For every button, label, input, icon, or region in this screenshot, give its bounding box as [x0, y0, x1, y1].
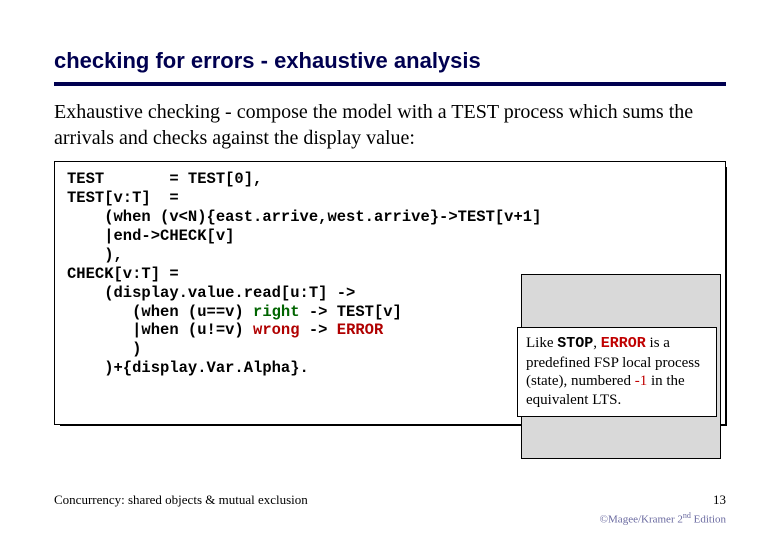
slide-title: checking for errors - exhaustive analysi…: [54, 48, 726, 82]
slide: checking for errors - exhaustive analysi…: [0, 0, 780, 445]
footer: Concurrency: shared objects & mutual exc…: [54, 492, 726, 508]
copyright: ©Magee/Kramer 2nd Edition: [600, 511, 726, 526]
page-number: 13: [713, 492, 726, 508]
copyright-text: Edition: [691, 514, 726, 526]
code-line: (when (v<N){east.arrive,west.arrive}->TE…: [67, 208, 541, 226]
code-line: (when (u==v): [67, 303, 253, 321]
keyword-right: right: [253, 303, 300, 321]
callout-text: Like: [526, 335, 557, 351]
code-content: TEST = TEST[0], TEST[v:T] = (when (v<N){…: [54, 161, 726, 425]
code-line: ->: [300, 321, 337, 339]
callout-minus-one: -1: [635, 373, 648, 389]
code-line: |when (u!=v): [67, 321, 253, 339]
footer-left: Concurrency: shared objects & mutual exc…: [54, 492, 308, 508]
code-line: )+{display.Var.Alpha}.: [67, 359, 309, 377]
code-line: TEST = TEST[0],: [67, 170, 262, 188]
code-line: CHECK[v:T] =: [67, 265, 179, 283]
callout-text: ,: [593, 335, 601, 351]
code-line: TEST[v:T] =: [67, 189, 179, 207]
copyright-text: ©Magee/Kramer 2: [600, 514, 683, 526]
code-line: ),: [67, 246, 123, 264]
code-line: -> TEST[v]: [300, 303, 402, 321]
keyword-wrong: wrong: [253, 321, 300, 339]
keyword-error: ERROR: [337, 321, 384, 339]
callout-box: Like STOP, ERROR is a predefined FSP loc…: [517, 270, 717, 455]
callout-error: ERROR: [601, 335, 646, 352]
code-line: |end->CHECK[v]: [67, 227, 234, 245]
code-line: (display.value.read[u:T] ->: [67, 284, 355, 302]
callout-content: Like STOP, ERROR is a predefined FSP loc…: [517, 327, 717, 417]
title-rule: [54, 82, 726, 86]
code-block: TEST = TEST[0], TEST[v:T] = (when (v<N){…: [54, 161, 726, 425]
callout-stop: STOP: [557, 335, 593, 352]
copyright-super: nd: [683, 511, 691, 520]
intro-text: Exhaustive checking - compose the model …: [54, 100, 726, 151]
code-line: ): [67, 340, 141, 358]
